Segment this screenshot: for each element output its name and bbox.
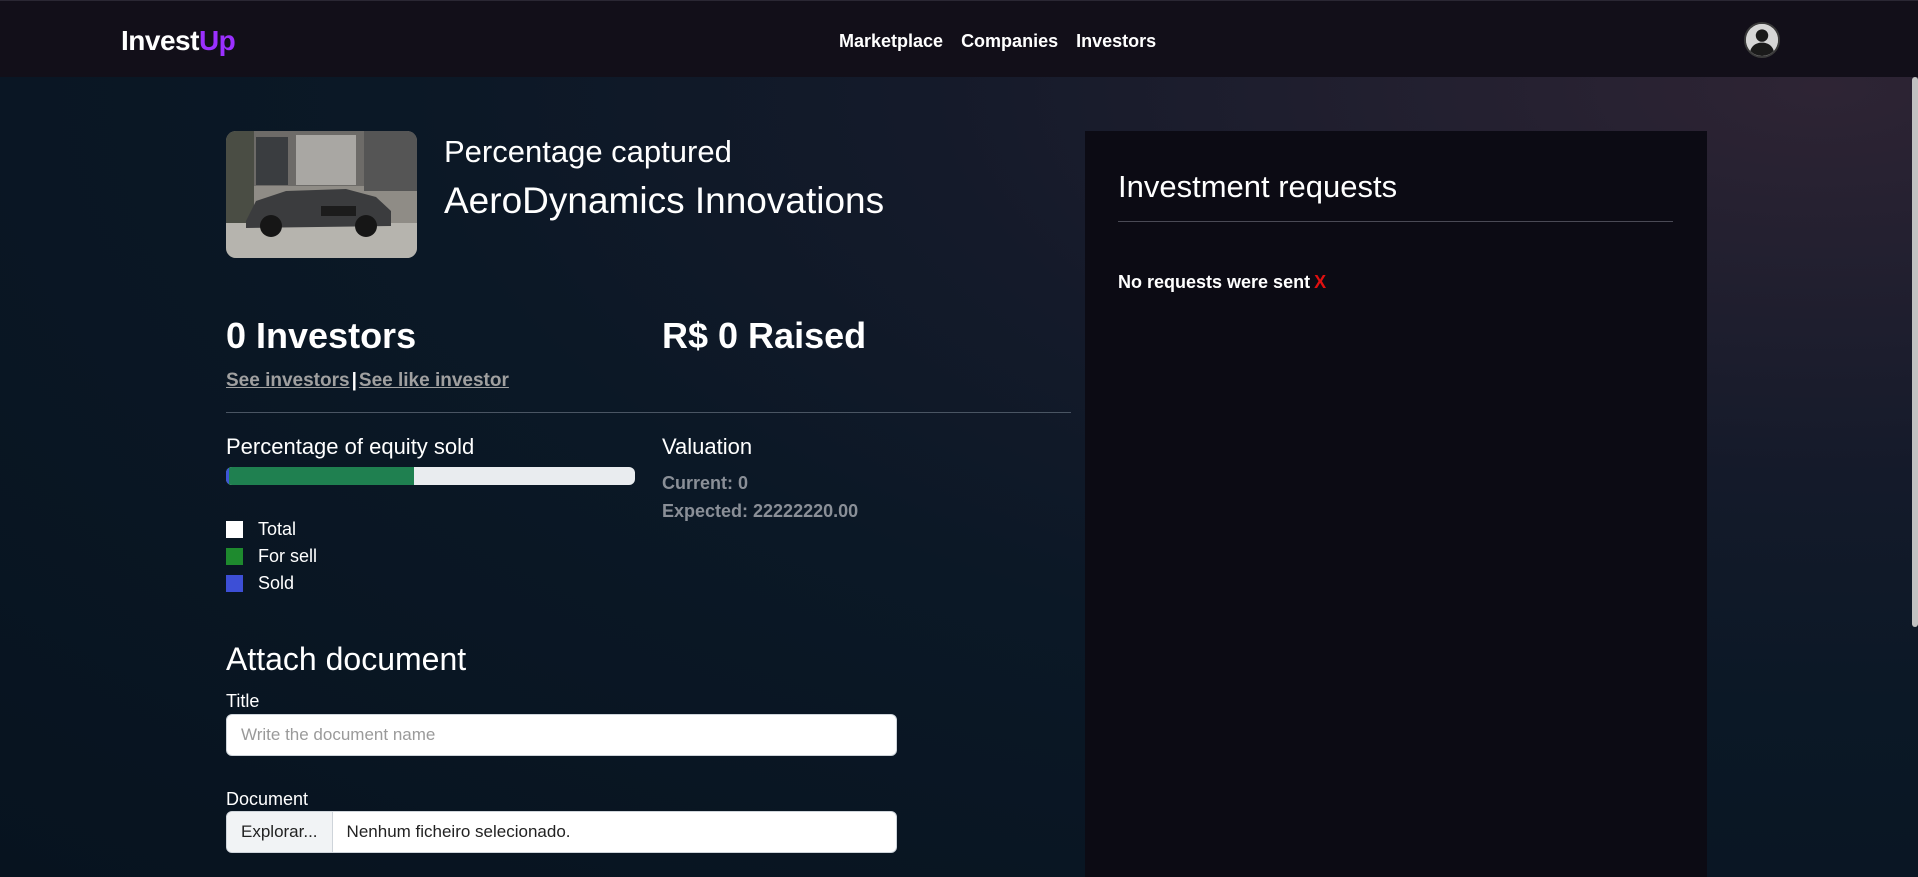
attach-document-title: Attach document [226, 641, 467, 677]
no-requests-message: No requests were sent X [1118, 272, 1326, 293]
no-requests-text: No requests were sent [1118, 272, 1311, 292]
company-subtitle: Percentage captured [444, 134, 732, 169]
legend-label-sold: Sold [258, 573, 295, 593]
legend-item-total: Total [226, 516, 317, 543]
company-name: AeroDynamics Innovations [444, 180, 885, 221]
investors-count: 0 Investors [226, 315, 417, 356]
user-avatar-icon[interactable] [1744, 22, 1780, 58]
valuation-current: Current: 0 [662, 473, 749, 493]
investment-requests-title: Investment requests [1118, 169, 1398, 204]
equity-progress-for-sell [226, 467, 415, 485]
equity-legend: Total For sell Sold [226, 516, 317, 597]
top-navbar: InvestUp Marketplace Companies Investors [0, 0, 1918, 77]
equity-progress-sold [226, 467, 229, 485]
close-x-icon: X [1314, 272, 1327, 292]
legend-item-sold: Sold [226, 570, 317, 597]
legend-item-for-sell: For sell [226, 543, 317, 570]
brand-logo[interactable]: InvestUp [121, 25, 236, 57]
nav-item-marketplace[interactable]: Marketplace [839, 31, 943, 52]
panel-divider [1118, 221, 1673, 222]
file-status-text: Nenhum ficheiro selecionado. [346, 822, 571, 841]
raised-amount: R$ 0 Raised [662, 315, 867, 356]
page-scrollbar[interactable] [1912, 77, 1918, 627]
investment-requests-panel: Investment requests No requests were sen… [1085, 131, 1707, 877]
see-like-investor-link[interactable]: See like investor [359, 370, 509, 391]
equity-progress-bar [226, 467, 635, 485]
nav-links: Marketplace Companies Investors [839, 31, 1156, 52]
legend-swatch-sold [226, 575, 243, 592]
legend-label-for-sell: For sell [258, 546, 318, 566]
valuation-expected: Expected: 22222220.00 [662, 501, 859, 521]
nav-item-companies[interactable]: Companies [961, 31, 1058, 52]
nav-item-investors[interactable]: Investors [1076, 31, 1156, 52]
valuation-label: Valuation [662, 434, 753, 459]
investor-links: See investors | See like investor [226, 370, 509, 392]
company-image [226, 131, 417, 258]
document-title-input[interactable] [226, 714, 897, 756]
document-field-label: Document [226, 789, 309, 809]
document-file-input[interactable]: Explorar... Nenhum ficheiro selecionado. [226, 811, 897, 853]
legend-swatch-for-sell [226, 548, 243, 565]
title-field-label: Title [226, 691, 260, 711]
legend-label-total: Total [258, 519, 297, 539]
see-investors-link[interactable]: See investors [226, 370, 350, 391]
browse-file-button[interactable]: Explorar... [227, 812, 333, 852]
equity-label: Percentage of equity sold [226, 434, 475, 459]
legend-swatch-total [226, 521, 243, 538]
links-separator: | [351, 370, 357, 391]
section-divider [226, 412, 1071, 413]
brand-logo-part1: Invest [121, 25, 199, 56]
brand-logo-part2: Up [198, 25, 236, 56]
